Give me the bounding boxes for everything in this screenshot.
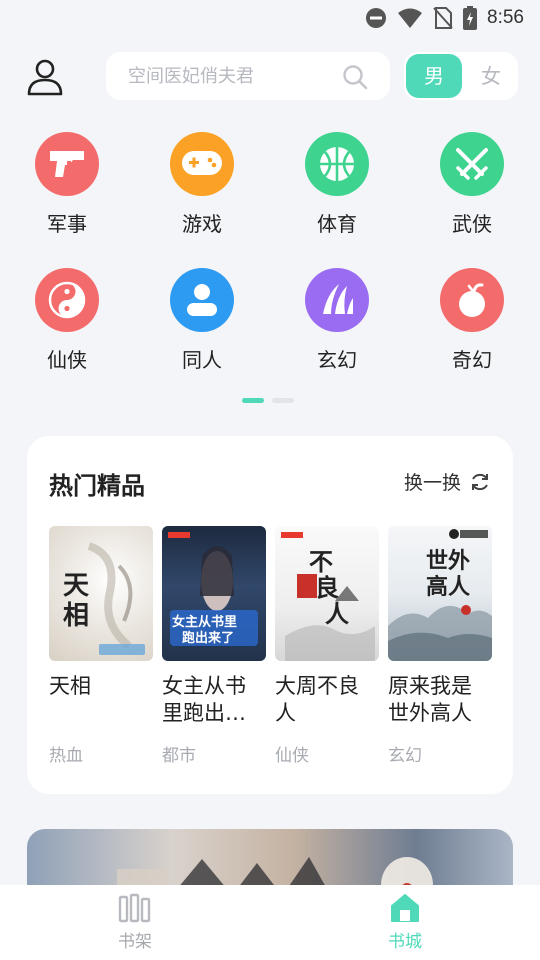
book-title[interactable]: 天相 <box>49 673 153 727</box>
search-icon[interactable] <box>342 64 368 90</box>
category-label: 同人 <box>182 348 222 372</box>
category-icon-bg <box>35 132 99 196</box>
category-label: 游戏 <box>182 212 222 236</box>
cover-title-2: 良 <box>315 573 339 602</box>
book-tag[interactable]: 都市 <box>162 741 266 766</box>
book-item[interactable]: 天 相 天相 热血 <box>49 526 153 766</box>
user-icon[interactable] <box>26 58 64 96</box>
book-cover-art: 世外 高人 <box>388 529 492 661</box>
search-input[interactable] <box>128 52 338 100</box>
book-cover-art: 天 相 <box>63 542 145 655</box>
category-military[interactable]: 军事 <box>22 132 112 237</box>
refresh-icon <box>472 473 488 490</box>
book-title[interactable]: 原来我是世外高人 <box>388 673 492 727</box>
category-icon-bg <box>35 268 99 332</box>
category-sports[interactable]: 体育 <box>292 132 382 237</box>
book-cover-art: 女主从书里 跑出来了 <box>168 532 258 646</box>
book-cover[interactable]: 不 良 人 <box>275 526 379 661</box>
category-label: 仙侠 <box>47 348 87 372</box>
do-not-disturb-icon <box>366 8 387 28</box>
nav-bookshelf[interactable]: 书架 <box>95 893 175 952</box>
home-icon <box>391 894 419 922</box>
category-label: 奇幻 <box>452 348 492 372</box>
category-xianxia[interactable]: 仙侠 <box>22 268 112 373</box>
category-label: 军事 <box>47 212 87 236</box>
cover-title-2: 跑出来了 <box>182 630 234 646</box>
yin-yang-icon <box>48 281 86 319</box>
bomb-icon <box>459 283 485 317</box>
book-item[interactable]: 不 良 人 大周不良人 仙侠 <box>275 526 379 766</box>
book-title[interactable]: 大周不良人 <box>275 673 379 727</box>
cover-title-1: 不 <box>309 547 333 576</box>
category-fanfic[interactable]: 同人 <box>157 268 247 373</box>
cover-title-1: 女主从书里 <box>172 614 237 630</box>
refresh-label: 换一换 <box>403 472 461 494</box>
gender-male-tab[interactable]: 男 <box>406 54 462 98</box>
battery-charging-icon <box>463 6 478 30</box>
bottom-nav: 书架 书城 <box>0 885 540 960</box>
header: 男 女 <box>0 52 540 102</box>
gender-female-tab[interactable]: 女 <box>464 54 518 98</box>
basketball-icon <box>320 147 354 181</box>
cover-title-2: 高人 <box>426 574 470 600</box>
book-cover-art: 不 良 人 <box>281 532 375 661</box>
gamepad-icon <box>182 151 222 175</box>
category-pager <box>242 398 294 403</box>
hot-picks-title: 热门精品 <box>49 472 145 500</box>
person-icon <box>187 284 217 316</box>
gender-toggle: 男 女 <box>404 52 518 100</box>
category-label: 体育 <box>317 212 357 236</box>
refresh-button[interactable]: 换一换 <box>404 468 491 495</box>
no-sim-icon <box>433 7 453 29</box>
category-icon-bg <box>170 268 234 332</box>
status-icons: 8:56 <box>365 6 524 30</box>
category-icon-bg <box>440 132 504 196</box>
book-tag[interactable]: 仙侠 <box>275 741 379 766</box>
book-tag[interactable]: 热血 <box>49 741 153 766</box>
book-item[interactable]: 世外 高人 原来我是世外高人 玄幻 <box>388 526 492 766</box>
cover-title-1: 世外 <box>426 548 470 574</box>
category-label: 武侠 <box>452 212 492 236</box>
cover-title-3: 人 <box>325 599 349 628</box>
category-fantasy-xuanhuan[interactable]: 玄幻 <box>292 268 382 373</box>
gun-icon <box>50 151 84 177</box>
wifi-icon <box>398 8 423 28</box>
cover-title-2: 相 <box>63 601 89 631</box>
nav-bookstore[interactable]: 书城 <box>365 893 445 952</box>
category-icon-bg <box>305 268 369 332</box>
category-fantasy-qihuan[interactable]: 奇幻 <box>427 268 517 373</box>
book-tag[interactable]: 玄幻 <box>388 741 492 766</box>
pager-dot-active[interactable] <box>242 398 264 403</box>
book-item[interactable]: 女主从书里 跑出来了 女主从书里跑出来了 都市 <box>162 526 266 766</box>
hot-picks-card: 热门精品 换一换 天 相 天相 热血 女主从书里 跑出来了 女主从书里跑出来 都… <box>27 436 513 794</box>
book-cover[interactable]: 世外 高人 <box>388 526 492 661</box>
category-games[interactable]: 游戏 <box>157 132 247 237</box>
category-icon-bg <box>170 132 234 196</box>
pager-dot[interactable] <box>272 398 294 403</box>
category-wuxia[interactable]: 武侠 <box>427 132 517 237</box>
claw-icon <box>323 284 353 314</box>
status-bar: 8:56 <box>0 0 540 36</box>
category-icon-bg <box>305 132 369 196</box>
book-title[interactable]: 女主从书里跑出来了 <box>162 673 266 727</box>
bookshelf-icon <box>118 893 151 923</box>
crossed-swords-icon <box>456 148 488 180</box>
book-cover[interactable]: 女主从书里 跑出来了 <box>162 526 266 661</box>
category-label: 玄幻 <box>317 348 357 372</box>
cover-title-1: 天 <box>63 571 89 601</box>
category-icon-bg <box>440 268 504 332</box>
nav-bookstore-label: 书城 <box>388 932 422 952</box>
search-box[interactable] <box>106 52 390 100</box>
status-time: 8:56 <box>487 7 524 28</box>
nav-bookshelf-label: 书架 <box>118 932 152 952</box>
book-cover[interactable]: 天 相 <box>49 526 153 661</box>
